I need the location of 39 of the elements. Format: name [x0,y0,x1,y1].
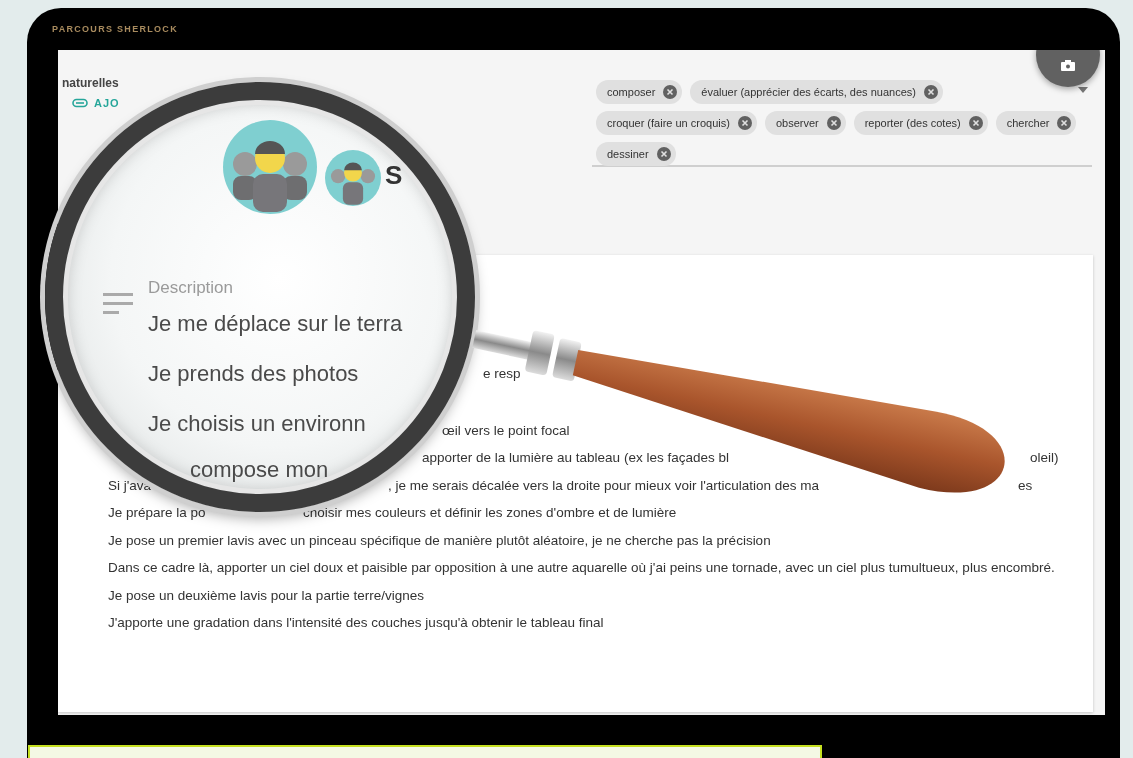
tag-chip[interactable]: reporter (des cotes) [853,111,988,135]
magnified-text: Je me déplace sur le terra [148,311,403,337]
description-text: e resp [483,366,521,381]
tags-field[interactable]: composer évaluer (apprécier des écarts, des nuances) croquer (faire un croquis) observer reporter (des cotes) chercher dessiner [592,80,1092,167]
description-text: , je me serais décalée vers la droite pour mieux voir l'articulation des ma [388,477,820,493]
description-text: oleil) [1030,450,1059,465]
group-avatar-icon [325,150,381,206]
tag-chip[interactable]: dessiner [596,142,676,166]
field-label: naturelles [62,76,120,90]
magnified-text: Je choisis un environn [148,411,366,437]
tag-chip[interactable]: observer [764,111,846,135]
tag-chip[interactable]: évaluer (apprécier des écarts, des nuances) [690,80,943,104]
group-name: S [385,160,403,191]
description-text: Dans ce cadre là, apporter un ciel doux et paisible par opposition à une autre aquarelle où j'ai peins une tornade, avec un ciel plus tumultueux, plus encombré. [108,560,1055,575]
remove-icon[interactable] [656,147,671,161]
remove-icon[interactable] [826,116,841,130]
remove-icon[interactable] [923,85,938,99]
remove-icon[interactable] [1057,116,1072,130]
app-title: PARCOURS SHERLOCK [51,23,179,36]
remove-icon[interactable] [968,116,983,130]
tag-chip[interactable]: composer [596,80,683,104]
description-text: Je prépare la po [108,505,206,520]
description-text: apporter de la lumière au tableau (ex les façades bl [422,450,729,465]
remove-icon[interactable] [663,85,678,99]
description-text: Je pose un deuxième lavis pour la partie terre/vignes [108,587,424,603]
paperclip-icon [72,98,88,108]
tag-chip[interactable]: chercher [995,111,1077,135]
description-label: Description [148,278,234,298]
group-avatar-icon [223,120,317,214]
description-text: œil vers le point focal [442,422,570,438]
tag-chip[interactable]: croquer (faire un croquis) [596,111,757,135]
remove-icon[interactable] [737,116,752,130]
camera-icon [1061,60,1075,71]
notes-icon [103,293,135,315]
description-text: es [1018,477,1033,493]
magnified-text: Je prends des photos [148,361,359,387]
description-text: J'apporte une gradation dans l'intensité des couches jusqu'à obtenir le tableau final [108,615,604,630]
magnified-text: compose mon [190,457,329,483]
description-text: Je pose un premier lavis avec un pinceau spécifique de manière plutôt aléatoire, je ne cherche pas la précision [108,532,771,548]
